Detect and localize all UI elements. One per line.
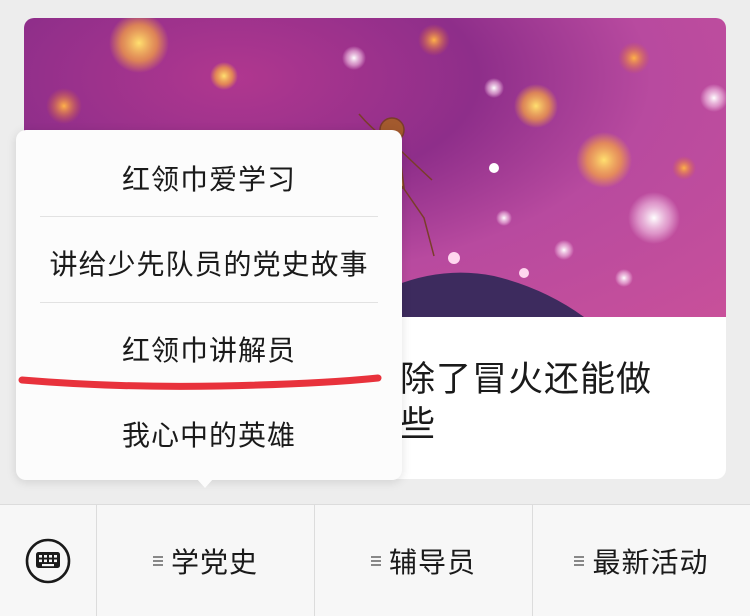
tab-counselor[interactable]: 辅导员	[315, 505, 532, 616]
menu-lines-icon	[370, 555, 381, 567]
tab-latest-activities[interactable]: 最新活动	[533, 505, 750, 616]
chat-screen: 除了冒火还能做 些 红领巾爱学习 讲给少先队员的党史故事 红领巾讲解员 我心中的…	[0, 0, 750, 616]
keyboard-toggle-button[interactable]	[0, 505, 96, 616]
menu-lines-icon	[574, 555, 585, 567]
tab-learn-party-history[interactable]: 学党史	[97, 505, 314, 616]
bottom-menu-bar: 学党史 辅导员 最新活动	[0, 504, 750, 616]
tab-label: 最新活动	[592, 546, 709, 579]
keyboard-icon	[25, 538, 71, 584]
tab-label: 学党史	[170, 546, 258, 579]
tab-label: 辅导员	[388, 546, 476, 579]
menu-lines-icon	[152, 555, 163, 567]
